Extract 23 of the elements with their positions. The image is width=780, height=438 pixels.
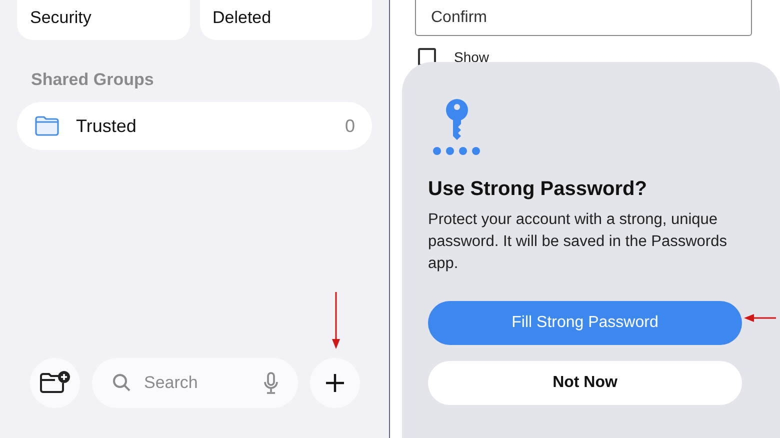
- group-row[interactable]: Trusted 0: [17, 102, 372, 150]
- item-count: 0: [344, 116, 355, 136]
- confirm-field[interactable]: Confirm: [415, 0, 752, 36]
- plus-icon: [324, 372, 346, 394]
- fill-password-button[interactable]: Fill Strong Password: [428, 301, 742, 345]
- sheet-title: Use Strong Password?: [428, 178, 648, 201]
- section-heading: Shared Groups: [31, 70, 155, 90]
- folder-icon: [34, 115, 60, 137]
- search-field[interactable]: Search: [142, 372, 254, 394]
- not-now-button[interactable]: Not Now: [428, 361, 742, 405]
- new-folder-button[interactable]: [30, 358, 80, 408]
- category-card[interactable]: Deleted: [200, 0, 372, 40]
- folder-plus-icon: [39, 370, 71, 396]
- group-name: Trusted: [76, 116, 138, 136]
- sheet-message: Protect your account with a strong, unique password. It will be saved in the Passwords app.: [428, 210, 728, 274]
- checkbox-label: Show: [454, 49, 490, 65]
- add-button[interactable]: [310, 358, 360, 408]
- category-card[interactable]: Security: [17, 0, 190, 40]
- annotation-arrow: [744, 313, 776, 323]
- annotation-arrow: [331, 292, 341, 350]
- microphone-icon[interactable]: [264, 372, 278, 394]
- key-icon: [432, 98, 482, 156]
- search-icon: [112, 373, 132, 393]
